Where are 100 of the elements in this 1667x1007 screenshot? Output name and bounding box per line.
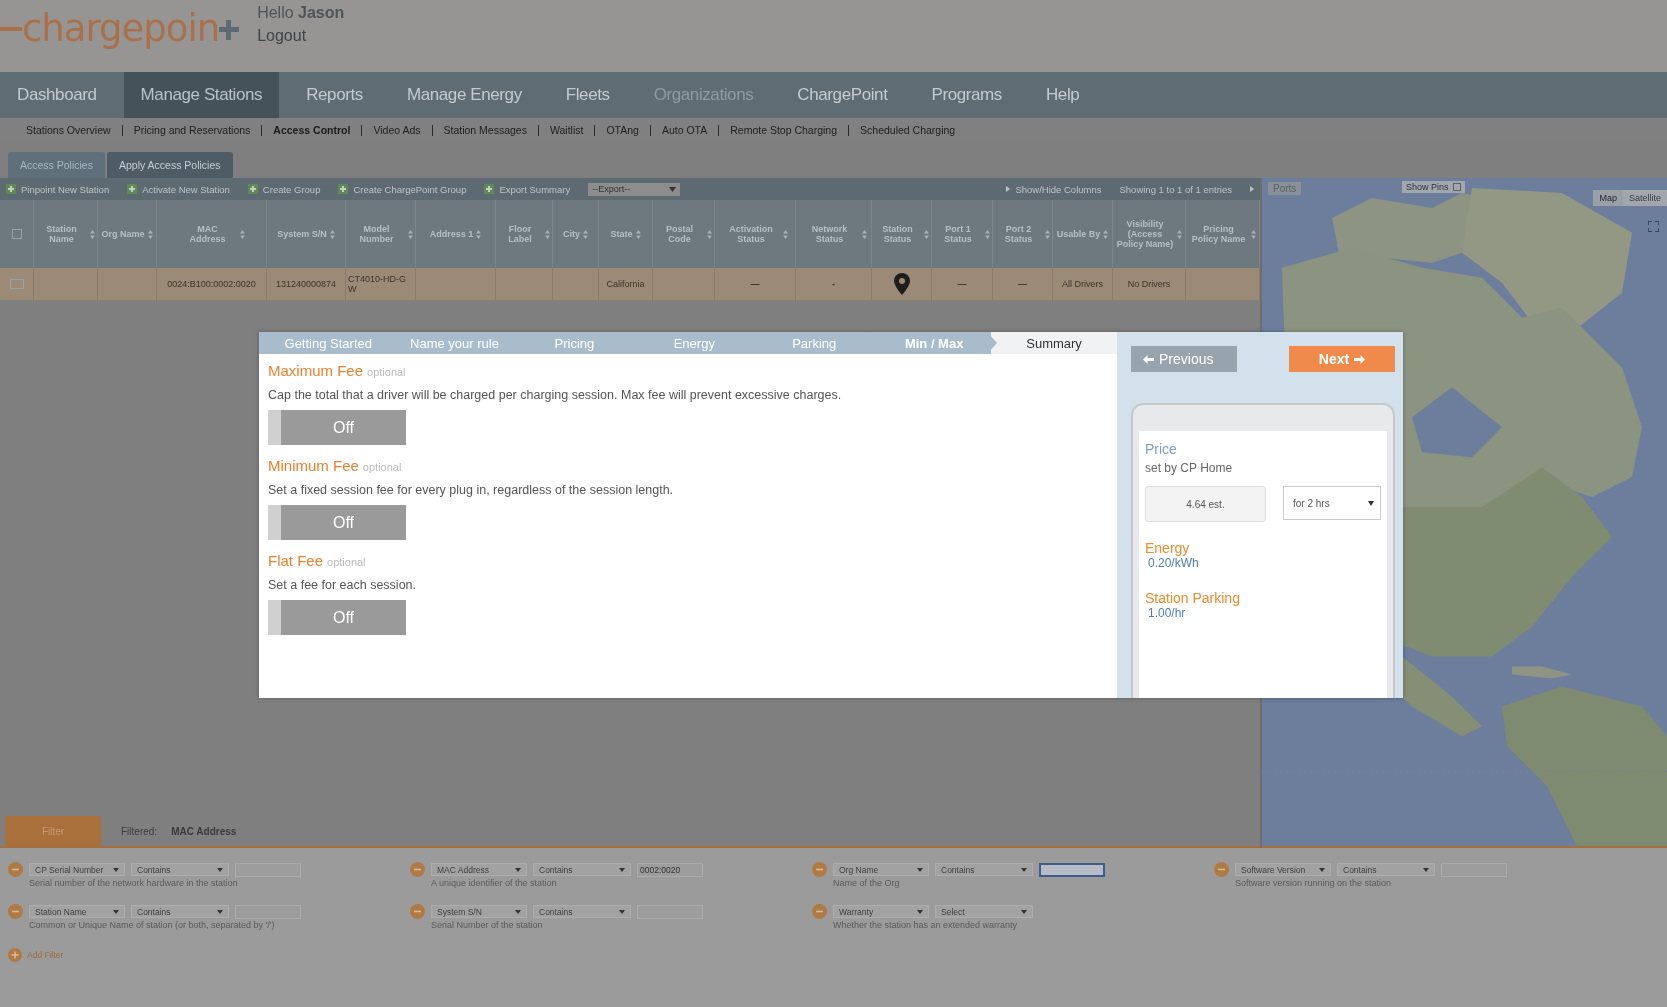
caret-icon — [217, 909, 223, 914]
filtered-label: Filtered: — [121, 826, 158, 837]
toggle-switch[interactable]: Off — [268, 410, 406, 445]
remove-filter-icon[interactable] — [812, 862, 827, 877]
show-hide-columns-link[interactable]: Show/Hide Columns — [1006, 183, 1102, 195]
filter-input[interactable]: 0002:0020 — [637, 862, 703, 877]
sort-icon[interactable] — [329, 229, 335, 239]
operator-select[interactable]: Contains — [935, 863, 1033, 876]
subnav-link[interactable]: Station Messages — [431, 124, 538, 136]
wizard-step[interactable]: Summary — [991, 332, 1118, 354]
toolbar-button[interactable]: Create Group — [247, 183, 321, 195]
subnav-link[interactable]: Remote Stop Charging — [718, 124, 849, 136]
operator-select[interactable]: Contains — [533, 905, 631, 918]
field-select[interactable]: Station Name — [29, 905, 125, 918]
subnav-link[interactable]: Scheduled Charging — [848, 124, 967, 136]
subnav-link[interactable]: Auto OTA — [649, 124, 719, 136]
sort-icon[interactable] — [707, 229, 712, 239]
operator-select[interactable]: Contains — [131, 863, 229, 876]
next-button[interactable]: Next — [1289, 346, 1395, 372]
entries-count: Showing 1 to 1 of 1 entries — [1119, 183, 1232, 195]
filter-description: Whether the station has an extended warranty — [833, 920, 1019, 930]
remove-filter-icon[interactable] — [410, 862, 425, 877]
plus-icon — [219, 17, 240, 40]
subnav-link[interactable]: Video Ads — [361, 124, 432, 136]
operator-select[interactable]: Select — [935, 905, 1033, 918]
map-type-button[interactable]: Map — [1593, 190, 1623, 206]
sort-icon[interactable] — [583, 229, 588, 239]
page-tab[interactable]: Access Policies — [8, 152, 105, 178]
section-description: Cap the total that a driver will be charged per charging session. Max fee will prevent excessive charges. — [268, 388, 843, 402]
toolbar-button[interactable]: Activate New Station — [127, 183, 230, 195]
sort-icon[interactable] — [1103, 229, 1109, 239]
field-select[interactable]: System S/N — [431, 905, 527, 918]
row-checkbox[interactable] — [9, 279, 24, 289]
subnav-link[interactable]: OTAng — [594, 124, 650, 136]
toolbar-button[interactable]: Pinpoint New Station — [6, 183, 110, 195]
nav-tab[interactable]: ChargePoint — [780, 72, 905, 118]
sort-icon[interactable] — [545, 229, 550, 239]
operator-select[interactable]: Contains — [131, 905, 229, 918]
table-cell-text: California — [605, 279, 646, 289]
nav-tab[interactable]: Help — [1028, 72, 1097, 118]
remove-filter-icon[interactable] — [8, 904, 23, 919]
field-select[interactable]: Org Name — [833, 863, 929, 876]
toolbar-button[interactable]: Create ChargePoint Group — [338, 183, 467, 195]
sort-icon[interactable] — [476, 229, 482, 239]
sort-icon[interactable] — [783, 229, 788, 239]
caret-icon — [515, 867, 521, 872]
select-all-checkbox[interactable] — [11, 229, 22, 239]
fullscreen-icon[interactable] — [1648, 221, 1659, 232]
sort-icon[interactable] — [1250, 229, 1256, 239]
greeting: Hello Jason — [257, 4, 345, 22]
table-cell-text: CT4010-HD-GW — [347, 274, 407, 294]
field-select[interactable]: Warranty — [833, 905, 929, 918]
subnav-link[interactable]: Waitlist — [537, 124, 595, 136]
page-tab[interactable]: Apply Access Policies — [106, 152, 233, 178]
nav-tab[interactable]: Manage Energy — [389, 72, 539, 118]
sort-icon[interactable] — [924, 229, 929, 239]
rate-value: 0.20/kWh — [1148, 556, 1200, 570]
sort-icon[interactable] — [1045, 229, 1050, 239]
export-select[interactable]: --Export-- — [588, 182, 681, 196]
subnav-link[interactable]: Pricing and Reservations — [121, 124, 262, 136]
rate-title: Energy — [1145, 540, 1191, 556]
logout-link[interactable]: Logout — [257, 27, 345, 45]
sort-icon[interactable] — [861, 229, 867, 239]
sort-icon[interactable] — [1177, 229, 1182, 239]
add-icon — [127, 184, 138, 194]
nav-tab[interactable]: Reports — [289, 72, 380, 118]
operator-select[interactable]: Contains — [1337, 863, 1435, 876]
caret-icon — [1368, 500, 1374, 506]
operator-select[interactable]: Contains — [533, 863, 631, 876]
next-page-icon[interactable] — [1250, 186, 1254, 192]
sort-icon[interactable] — [239, 229, 245, 239]
filter-input[interactable] — [1039, 862, 1105, 877]
toolbar-button[interactable]: Export Summary — [484, 183, 571, 195]
remove-filter-icon[interactable] — [812, 904, 827, 919]
field-select[interactable]: MAC Address — [431, 863, 527, 876]
nav-tab[interactable]: Programs — [914, 72, 1019, 118]
sort-icon[interactable] — [90, 229, 95, 239]
sort-icon[interactable] — [635, 229, 641, 239]
nav-tab[interactable]: Manage Stations — [123, 72, 280, 118]
show-pins-toggle[interactable]: Show Pins — [1402, 181, 1465, 193]
sort-icon[interactable] — [408, 229, 413, 239]
add-filter-link[interactable]: Add Filter — [8, 948, 1667, 962]
duration-select[interactable]: for 2 hrs — [1283, 486, 1381, 520]
subnav-link[interactable]: Stations Overview — [18, 124, 122, 136]
remove-filter-icon[interactable] — [8, 862, 23, 877]
section-title: Maximum Fee — [268, 362, 364, 379]
field-select[interactable]: CP Serial Number — [29, 863, 125, 876]
field-select[interactable]: Software Version — [1235, 863, 1331, 876]
remove-filter-icon[interactable] — [1214, 862, 1229, 877]
nav-tab[interactable]: Fleets — [548, 72, 627, 118]
toggle-switch[interactable]: Off — [268, 505, 406, 540]
nav-tab[interactable]: Dashboard — [0, 72, 114, 118]
map-type-button[interactable]: Satellite — [1622, 190, 1667, 206]
sort-icon[interactable] — [147, 229, 153, 239]
remove-filter-icon[interactable] — [410, 904, 425, 919]
sort-icon[interactable] — [985, 229, 990, 239]
table-cell-text: — — [749, 279, 761, 289]
table-cell-text: 0024:B100:0002:0020 — [166, 279, 257, 289]
subnav-link[interactable]: Access Control — [261, 124, 362, 136]
toggle-switch[interactable]: Off — [268, 600, 406, 635]
